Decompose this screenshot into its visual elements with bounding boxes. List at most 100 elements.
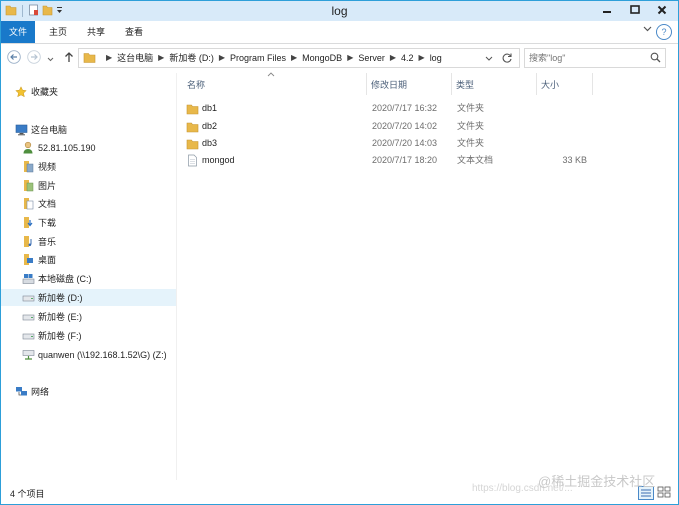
documents-folder-icon bbox=[21, 197, 35, 211]
file-size bbox=[539, 100, 587, 117]
table-row[interactable]: mongod 2020/7/17 18:20 文本文档 33 KB bbox=[177, 152, 667, 169]
breadcrumb-item[interactable]: Server bbox=[358, 49, 385, 67]
drive-icon bbox=[21, 291, 35, 305]
nav-pictures[interactable]: 图片 bbox=[1, 177, 194, 194]
breadcrumb-separator-icon[interactable]: ▶ bbox=[219, 49, 225, 67]
address-dropdown-icon[interactable] bbox=[485, 54, 493, 64]
back-button[interactable] bbox=[6, 50, 22, 66]
table-row[interactable]: db2 2020/7/20 14:02 文件夹 bbox=[177, 118, 667, 135]
up-button[interactable] bbox=[61, 50, 77, 66]
nav-network-drive-z[interactable]: quanwen (\\192.168.1.52\G) (Z:) bbox=[1, 346, 194, 363]
breadcrumb-separator-icon[interactable]: ▶ bbox=[158, 49, 164, 67]
tab-share[interactable]: 共享 bbox=[81, 21, 111, 43]
refresh-icon[interactable] bbox=[501, 52, 513, 66]
folder-icon bbox=[83, 51, 96, 66]
navigation-bar: ▶ 这台电脑 ▶ 新加卷 (D:) ▶ Program Files ▶ Mong… bbox=[1, 44, 678, 72]
nav-item-label: 新加卷 (E:) bbox=[38, 312, 82, 322]
minimize-button[interactable] bbox=[594, 1, 621, 18]
breadcrumb-item[interactable]: MongoDB bbox=[302, 49, 342, 67]
computer-icon bbox=[14, 123, 28, 137]
recent-locations-icon[interactable] bbox=[45, 52, 55, 68]
title-bar: log bbox=[1, 1, 678, 21]
table-row[interactable]: db1 2020/7/17 16:32 文件夹 bbox=[177, 100, 667, 117]
nav-drive-f[interactable]: 新加卷 (F:) bbox=[1, 327, 194, 344]
file-date: 2020/7/17 16:32 bbox=[372, 103, 438, 113]
breadcrumb-separator-icon[interactable]: ▶ bbox=[347, 49, 353, 67]
breadcrumb-separator-icon[interactable]: ▶ bbox=[390, 49, 396, 67]
help-button[interactable]: ? bbox=[656, 24, 672, 40]
breadcrumb: ▶ 这台电脑 ▶ 新加卷 (D:) ▶ Program Files ▶ Mong… bbox=[101, 49, 442, 67]
explorer-window: log 文件 主页 共享 查看 ? ▶ 这台电脑 ▶ 新加卷 (D:) ▶ Pr… bbox=[0, 0, 679, 505]
network-drive-icon bbox=[21, 348, 35, 362]
breadcrumb-item[interactable]: 这台电脑 bbox=[117, 49, 153, 67]
forward-button[interactable] bbox=[26, 50, 42, 66]
address-bar[interactable]: ▶ 这台电脑 ▶ 新加卷 (D:) ▶ Program Files ▶ Mong… bbox=[78, 48, 520, 68]
tab-home[interactable]: 主页 bbox=[43, 21, 73, 43]
nav-drive-e[interactable]: 新加卷 (E:) bbox=[1, 308, 194, 325]
tab-file[interactable]: 文件 bbox=[1, 21, 35, 43]
file-type: 文件夹 bbox=[457, 138, 485, 148]
nav-documents[interactable]: 文档 bbox=[1, 195, 194, 212]
breadcrumb-separator-icon[interactable]: ▶ bbox=[106, 49, 112, 67]
nav-item-label: 收藏夹 bbox=[31, 87, 59, 97]
file-type: 文本文档 bbox=[457, 155, 494, 165]
nav-item-label: 52.81.105.190 bbox=[38, 142, 96, 153]
desktop-folder-icon bbox=[21, 253, 35, 267]
breadcrumb-item[interactable]: 4.2 bbox=[401, 49, 414, 67]
nav-user[interactable]: 52.81.105.190 bbox=[1, 139, 194, 156]
file-name: mongod bbox=[202, 155, 235, 165]
column-header-type[interactable]: 类型 bbox=[452, 73, 537, 95]
folder-icon bbox=[185, 137, 199, 151]
file-name: db1 bbox=[202, 103, 218, 113]
breadcrumb-item[interactable]: 新加卷 (D:) bbox=[169, 49, 214, 67]
file-size bbox=[539, 135, 587, 152]
maximize-button[interactable] bbox=[621, 1, 648, 18]
nav-music[interactable]: 音乐 bbox=[1, 233, 194, 250]
watermark: @稀土掘金技术社区 bbox=[538, 474, 656, 489]
file-size bbox=[539, 118, 587, 135]
breadcrumb-separator-icon[interactable]: ▶ bbox=[419, 49, 425, 67]
system-drive-icon bbox=[21, 272, 35, 286]
nav-item-label: 音乐 bbox=[38, 237, 57, 247]
nav-item-label: 下载 bbox=[38, 218, 57, 228]
nav-item-label: 新加卷 (D:) bbox=[38, 293, 83, 303]
column-headers: 名称 修改日期 类型 大小 bbox=[177, 72, 677, 95]
table-row[interactable]: db3 2020/7/20 14:03 文件夹 bbox=[177, 135, 667, 152]
close-button[interactable] bbox=[648, 1, 676, 18]
music-folder-icon bbox=[21, 235, 35, 249]
breadcrumb-item[interactable]: log bbox=[430, 49, 442, 67]
navigation-pane: 收藏夹 这台电脑 52.81.105.190 视频 图片 文档 下载 音乐 桌面… bbox=[1, 73, 194, 480]
nav-item-label: 网络 bbox=[31, 387, 50, 397]
ribbon-tabs: 文件 主页 共享 查看 ? bbox=[1, 21, 678, 44]
folder-icon bbox=[185, 120, 199, 134]
nav-network[interactable]: 网络 bbox=[1, 383, 187, 400]
search-icon[interactable] bbox=[650, 52, 661, 65]
search-box[interactable] bbox=[524, 48, 666, 68]
chevron-down-icon[interactable] bbox=[643, 25, 652, 34]
window-controls bbox=[594, 1, 676, 18]
nav-videos[interactable]: 视频 bbox=[1, 158, 194, 175]
nav-item-label: 桌面 bbox=[38, 255, 57, 265]
nav-desktop[interactable]: 桌面 bbox=[1, 251, 194, 268]
breadcrumb-item[interactable]: Program Files bbox=[230, 49, 286, 67]
nav-item-label: 本地磁盘 (C:) bbox=[38, 274, 92, 284]
nav-drive-c[interactable]: 本地磁盘 (C:) bbox=[1, 270, 194, 287]
network-icon bbox=[14, 385, 28, 399]
large-icons-view-button[interactable] bbox=[657, 486, 671, 498]
tab-view[interactable]: 查看 bbox=[119, 21, 149, 43]
column-header-name[interactable]: 名称 bbox=[183, 73, 367, 95]
nav-this-pc[interactable]: 这台电脑 bbox=[1, 121, 187, 138]
file-list: 名称 修改日期 类型 大小 db1 2020/7/17 16:32 文件夹 db… bbox=[177, 72, 677, 480]
file-date: 2020/7/20 14:02 bbox=[372, 121, 438, 131]
nav-favorites[interactable]: 收藏夹 bbox=[1, 83, 187, 100]
column-header-date[interactable]: 修改日期 bbox=[367, 73, 452, 95]
video-folder-icon bbox=[21, 160, 35, 174]
nav-drive-d[interactable]: 新加卷 (D:) bbox=[1, 289, 194, 306]
search-input[interactable] bbox=[529, 51, 644, 64]
nav-downloads[interactable]: 下载 bbox=[1, 214, 194, 231]
breadcrumb-separator-icon[interactable]: ▶ bbox=[291, 49, 297, 67]
column-header-size[interactable]: 大小 bbox=[537, 73, 593, 95]
nav-item-label: quanwen (\\192.168.1.52\G) (Z:) bbox=[38, 349, 167, 360]
downloads-folder-icon bbox=[21, 216, 35, 230]
nav-item-label: 新加卷 (F:) bbox=[38, 331, 82, 341]
